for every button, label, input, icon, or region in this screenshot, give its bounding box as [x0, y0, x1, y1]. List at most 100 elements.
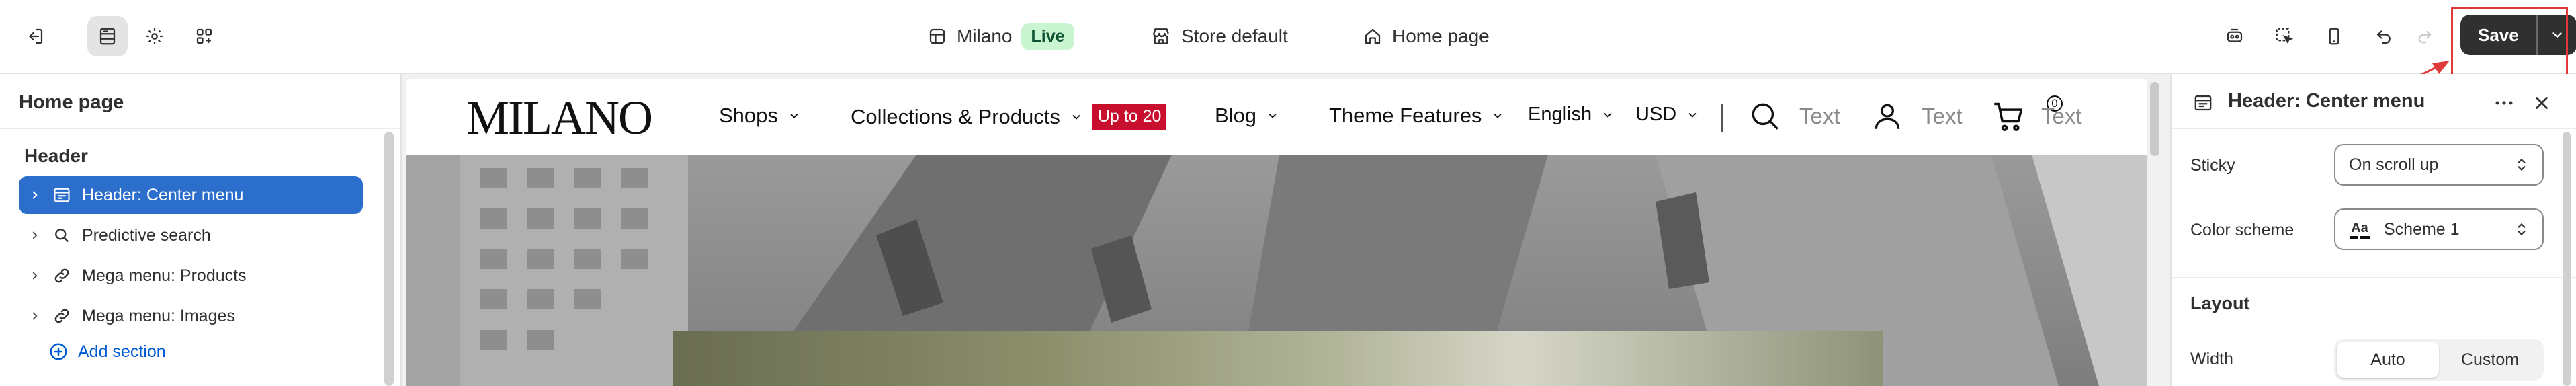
color-scheme-label: Color scheme [2190, 221, 2294, 239]
color-scheme-select[interactable]: Aa Scheme 1 [2334, 208, 2544, 250]
device-preview-button[interactable] [2314, 16, 2354, 56]
search-icon [47, 226, 77, 245]
header-layout-icon [2193, 93, 2213, 113]
nav-item-theme-features[interactable]: Theme Features [1329, 104, 1504, 128]
sticky-value: On scroll up [2349, 155, 2439, 174]
divider [2172, 277, 2576, 278]
nav-item-shops[interactable]: Shops [719, 104, 801, 128]
nav-label: Shops [719, 104, 778, 127]
exit-icon [25, 26, 45, 46]
sections-panel: Home page Header Header: Center menu Pre… [0, 74, 402, 386]
tree-item-label: Header: Center menu [82, 185, 244, 204]
language-selector[interactable]: English [1528, 104, 1615, 126]
account-text[interactable]: Text [1922, 104, 1963, 129]
width-segmented-control: Auto Custom [2334, 339, 2544, 381]
sections-view-button[interactable] [87, 16, 128, 56]
add-section-label: Add section [78, 342, 166, 361]
gear-icon [144, 26, 165, 46]
store-default-label: Store default [1181, 26, 1288, 46]
nav-label: Collections & Products [851, 104, 1060, 128]
swatch-bars [2350, 235, 2370, 239]
tree-item-label: Mega menu: Images [82, 306, 235, 325]
search-icon[interactable] [1748, 100, 1782, 133]
page-selector[interactable]: Home page [1363, 17, 1490, 55]
tree-item-predictive-search[interactable]: Predictive search [19, 217, 363, 254]
more-options-icon[interactable] [2493, 91, 2516, 114]
chevron-right-icon[interactable] [23, 270, 47, 282]
header-divider [1721, 104, 1723, 132]
select-chevron-icon [2513, 156, 2530, 173]
hero-image-overlay [673, 331, 1883, 386]
inspector-button[interactable] [2215, 16, 2255, 56]
theme-settings-button[interactable] [134, 16, 175, 56]
chevron-down-icon [1266, 109, 1279, 122]
market-selector[interactable]: Store default [1150, 17, 1288, 55]
chevron-down-icon [787, 109, 801, 122]
nav-label: Blog [1215, 104, 1257, 127]
left-panel-scrollbar[interactable] [384, 132, 394, 386]
divider [0, 128, 400, 129]
settings-panel: Header: Center menu Sticky On scroll up … [2170, 74, 2576, 386]
cursor-select-icon [2274, 26, 2294, 46]
theme-selector[interactable]: Milano Live [927, 17, 1074, 55]
chevron-down-icon [1491, 109, 1504, 122]
header-layout-icon [47, 186, 77, 204]
redo-button[interactable] [2408, 16, 2442, 56]
chevron-down-icon [1601, 108, 1615, 122]
hero-banner[interactable] [406, 155, 2147, 386]
undo-button[interactable] [2365, 16, 2403, 56]
chevron-right-icon[interactable] [23, 310, 47, 322]
account-icon[interactable] [1871, 100, 1904, 133]
select-element-button[interactable] [2264, 16, 2305, 56]
layout-section-title: Layout [2190, 293, 2250, 313]
theme-icon [927, 26, 947, 46]
chevron-right-icon[interactable] [23, 229, 47, 241]
top-bar: Milano Live Store default Home page Save [0, 0, 2576, 74]
search-text[interactable]: Text [1799, 104, 1840, 129]
nav-item-blog[interactable]: Blog [1215, 104, 1279, 128]
width-label: Width [2190, 350, 2233, 369]
app-embeds-button[interactable] [184, 16, 224, 56]
mobile-icon [2324, 26, 2344, 46]
inspector-icon [2225, 26, 2245, 46]
store-name: Milano [957, 26, 1013, 46]
store-icon [1150, 26, 1172, 47]
right-panel-scrollbar[interactable] [2563, 132, 2571, 386]
section-group-label: Header [24, 145, 88, 166]
currency-label: USD [1635, 104, 1677, 125]
close-icon[interactable] [2532, 93, 2552, 113]
language-label: English [1528, 104, 1592, 125]
link-icon [47, 266, 77, 285]
sale-badge: Up to 20 [1092, 104, 1167, 130]
store-header[interactable]: MILANO Shops Collections & Products Up t… [406, 79, 2147, 155]
nav-item-collections-products[interactable]: Collections & Products Up to 20 [851, 104, 1167, 130]
divider [2172, 128, 2576, 129]
settings-title: Header: Center menu [2228, 90, 2425, 112]
link-icon [47, 307, 77, 325]
currency-selector[interactable]: USD [1635, 104, 1699, 126]
exit-button[interactable] [15, 16, 55, 56]
chevron-right-icon[interactable] [23, 189, 47, 201]
tree-item-mega-menu-products[interactable]: Mega menu: Products [19, 257, 363, 295]
swatch-text: Aa [2351, 220, 2368, 235]
cart-icon[interactable] [1991, 100, 2026, 134]
tree-item-header-center-menu[interactable]: Header: Center menu [19, 176, 363, 214]
panel-title: Home page [19, 91, 124, 113]
width-option-custom[interactable]: Custom [2439, 342, 2541, 378]
annotation-highlight-box [2451, 7, 2568, 78]
storefront-preview: MILANO Shops Collections & Products Up t… [406, 79, 2147, 386]
width-option-auto[interactable]: Auto [2337, 342, 2439, 378]
undo-icon [2374, 26, 2394, 46]
sticky-select[interactable]: On scroll up [2334, 144, 2544, 186]
sticky-label: Sticky [2190, 156, 2235, 175]
tree-item-mega-menu-images[interactable]: Mega menu: Images [19, 297, 363, 335]
apps-icon [194, 26, 214, 46]
cart-text[interactable]: Text [2041, 104, 2082, 129]
add-section-button[interactable]: Add section [48, 342, 166, 362]
store-logo[interactable]: MILANO [466, 90, 653, 146]
redo-icon [2415, 27, 2434, 46]
nav-label: Theme Features [1329, 104, 1482, 127]
select-chevron-icon [2513, 221, 2530, 238]
preview-scrollbar[interactable] [2150, 82, 2159, 156]
tree-item-label: Mega menu: Products [82, 266, 247, 285]
